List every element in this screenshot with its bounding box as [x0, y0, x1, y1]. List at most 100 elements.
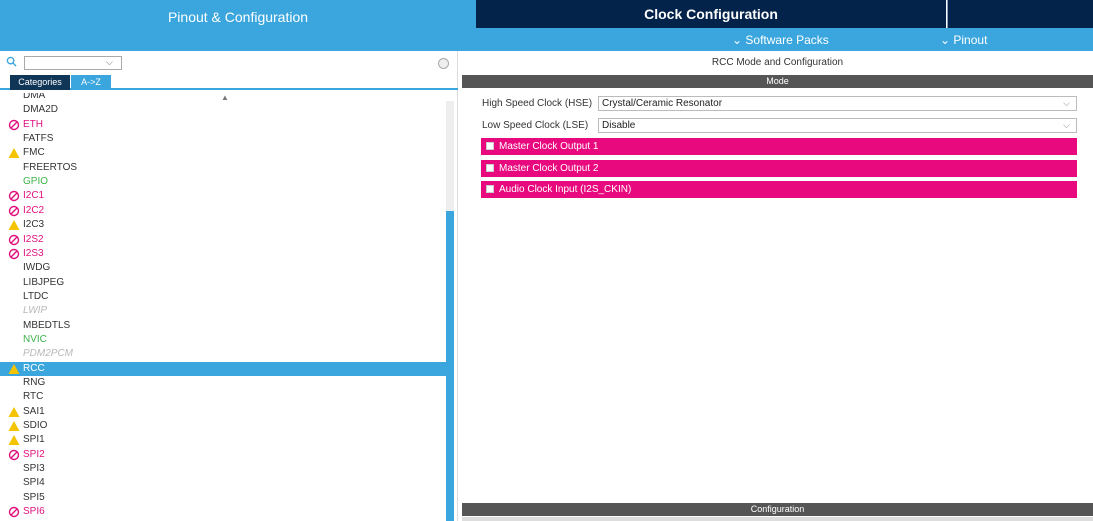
blocked-icon — [8, 205, 20, 216]
list-item-label: I2C1 — [23, 190, 45, 202]
chevron-down-icon[interactable]: ⌵ — [106, 57, 113, 68]
search-row: ⌵ — [0, 54, 458, 72]
master-clock-output-2-option[interactable]: Master Clock Output 2 — [481, 160, 1077, 177]
list-item-label: SPI3 — [23, 463, 45, 475]
list-item-label: LTDC — [23, 290, 49, 302]
peripheral-panel: ⌵ Categories A->Z ▲ DMA DMA2D ETH FATFS FMC F… — [0, 51, 458, 521]
list-item-label: FMC — [23, 147, 45, 159]
list-item-label: SPI4 — [23, 477, 45, 489]
list-item-label: FATFS — [23, 133, 54, 145]
blocked-icon — [8, 234, 20, 245]
hse-select[interactable]: Crystal/Ceramic Resonator ⌵ — [598, 96, 1077, 111]
list-item-label: I2C3 — [23, 219, 45, 231]
list-item-libjpeg[interactable]: LIBJPEG — [0, 276, 446, 290]
peripheral-list: DMA DMA2D ETH FATFS FMC FREERTOS GPIO I2C1 I2C2 I… — [0, 93, 446, 521]
list-item-rng[interactable]: RNG — [0, 376, 446, 390]
checkbox[interactable] — [486, 185, 494, 193]
list-item-lwip[interactable]: LWIP — [0, 304, 446, 318]
hse-value: Crystal/Ceramic Resonator — [602, 98, 723, 109]
list-item-i2c2[interactable]: I2C2 — [0, 204, 446, 218]
list-item-label: RTC — [23, 391, 44, 403]
list-item-sdio[interactable]: SDIO — [0, 419, 446, 433]
list-item-gpio[interactable]: GPIO — [0, 175, 446, 189]
list-item-spi3[interactable]: SPI3 — [0, 462, 446, 476]
list-item-label: SPI6 — [23, 506, 45, 518]
configuration-header: Configuration — [462, 503, 1093, 516]
search-icon[interactable] — [6, 56, 17, 67]
list-item-i2c1[interactable]: I2C1 — [0, 189, 446, 203]
hse-label: High Speed Clock (HSE) — [482, 98, 593, 109]
configuration-area — [462, 517, 1093, 521]
blocked-icon — [8, 191, 20, 202]
list-item-fatfs[interactable]: FATFS — [0, 132, 446, 146]
list-item-spi1[interactable]: SPI1 — [0, 433, 446, 447]
list-item-rtc[interactable]: RTC — [0, 390, 446, 404]
list-item-dma2d[interactable]: DMA2D — [0, 103, 446, 117]
list-item-label: SPI1 — [23, 434, 45, 446]
list-item-iwdg[interactable]: IWDG — [0, 261, 446, 275]
list-item-eth[interactable]: ETH — [0, 118, 446, 132]
list-item-spi5[interactable]: SPI5 — [0, 491, 446, 505]
list-item-i2s3[interactable]: I2S3 — [0, 247, 446, 261]
pinout-menu[interactable]: ⌄ Pinout — [940, 33, 987, 47]
list-item-freertos[interactable]: FREERTOS — [0, 161, 446, 175]
warning-icon — [8, 421, 20, 432]
list-item-spi2[interactable]: SPI2 — [0, 448, 446, 462]
list-item-fmc[interactable]: FMC — [0, 146, 446, 160]
tab-extra[interactable] — [947, 0, 1093, 28]
list-item-label: I2C2 — [23, 204, 45, 216]
checkbox[interactable] — [486, 142, 494, 150]
list-item-label: SAI1 — [23, 405, 45, 417]
option-label: Audio Clock Input (I2S_CKIN) — [499, 184, 632, 195]
checkbox[interactable] — [486, 164, 494, 172]
chevron-down-icon: ⌵ — [1063, 120, 1070, 130]
list-item-label: SDIO — [23, 420, 48, 432]
list-item-rcc[interactable]: RCC — [0, 361, 446, 376]
scrollbar-thumb[interactable] — [446, 211, 454, 521]
list-item-label: RNG — [23, 377, 46, 388]
list-item-sai1[interactable]: SAI1 — [0, 405, 446, 419]
list-item-label: NVIC — [23, 333, 47, 345]
lse-select[interactable]: Disable ⌵ — [598, 118, 1077, 133]
list-item-spi4[interactable]: SPI4 — [0, 476, 446, 490]
list-item-dma[interactable]: DMA — [0, 93, 446, 103]
list-item-label: LWIP — [23, 305, 48, 317]
list-item-label: GPIO — [23, 176, 49, 188]
master-clock-output-1-option[interactable]: Master Clock Output 1 — [481, 138, 1077, 155]
list-item-label: DMA — [23, 93, 46, 101]
list-tabs: Categories A->Z — [0, 75, 458, 90]
list-item-label: FREERTOS — [23, 161, 78, 173]
lse-label: Low Speed Clock (LSE) — [482, 120, 589, 131]
list-item-label: ETH — [23, 118, 43, 130]
tab-a-z[interactable]: A->Z — [71, 75, 111, 90]
tab-categories[interactable]: Categories — [10, 75, 70, 90]
option-label: Master Clock Output 1 — [499, 141, 599, 152]
settings-circle-button[interactable] — [438, 58, 449, 69]
list-item-label: LIBJPEG — [23, 276, 65, 288]
list-item-label: SPI2 — [23, 448, 45, 460]
list-item-ltdc[interactable]: LTDC — [0, 290, 446, 304]
option-label: Master Clock Output 2 — [499, 163, 599, 174]
software-packs-menu[interactable]: ⌄ Software Packs — [732, 33, 829, 47]
list-item-i2c3[interactable]: I2C3 — [0, 218, 446, 232]
rcc-panel: RCC Mode and Configuration Mode High Spe… — [462, 51, 1093, 521]
panel-title: RCC Mode and Configuration — [711, 57, 844, 68]
list-item-nvic[interactable]: NVIC — [0, 333, 446, 347]
lse-value: Disable — [602, 120, 636, 131]
list-item-i2s2[interactable]: I2S2 — [0, 233, 446, 247]
audio-clock-input-option[interactable]: Audio Clock Input (I2S_CKIN) — [481, 181, 1077, 198]
list-item-label: RCC — [23, 362, 45, 374]
warning-icon — [8, 220, 20, 231]
list-item-spi6[interactable]: SPI6 — [0, 505, 446, 519]
warning-icon — [8, 363, 20, 374]
warning-icon — [8, 435, 20, 446]
tab-pinout-configuration[interactable]: Pinout & Configuration — [0, 0, 476, 35]
list-item-label: IWDG — [23, 262, 51, 274]
list-item-label: I2S3 — [23, 247, 44, 259]
tab-clock-configuration[interactable]: Clock Configuration — [476, 0, 946, 28]
chevron-down-icon: ⌵ — [1063, 98, 1070, 108]
list-item-label: SPI5 — [23, 491, 45, 503]
list-item-label: MBEDTLS — [23, 319, 71, 331]
list-item-mbedtls[interactable]: MBEDTLS — [0, 319, 446, 333]
list-item-pdm2pcm[interactable]: PDM2PCM — [0, 347, 446, 361]
